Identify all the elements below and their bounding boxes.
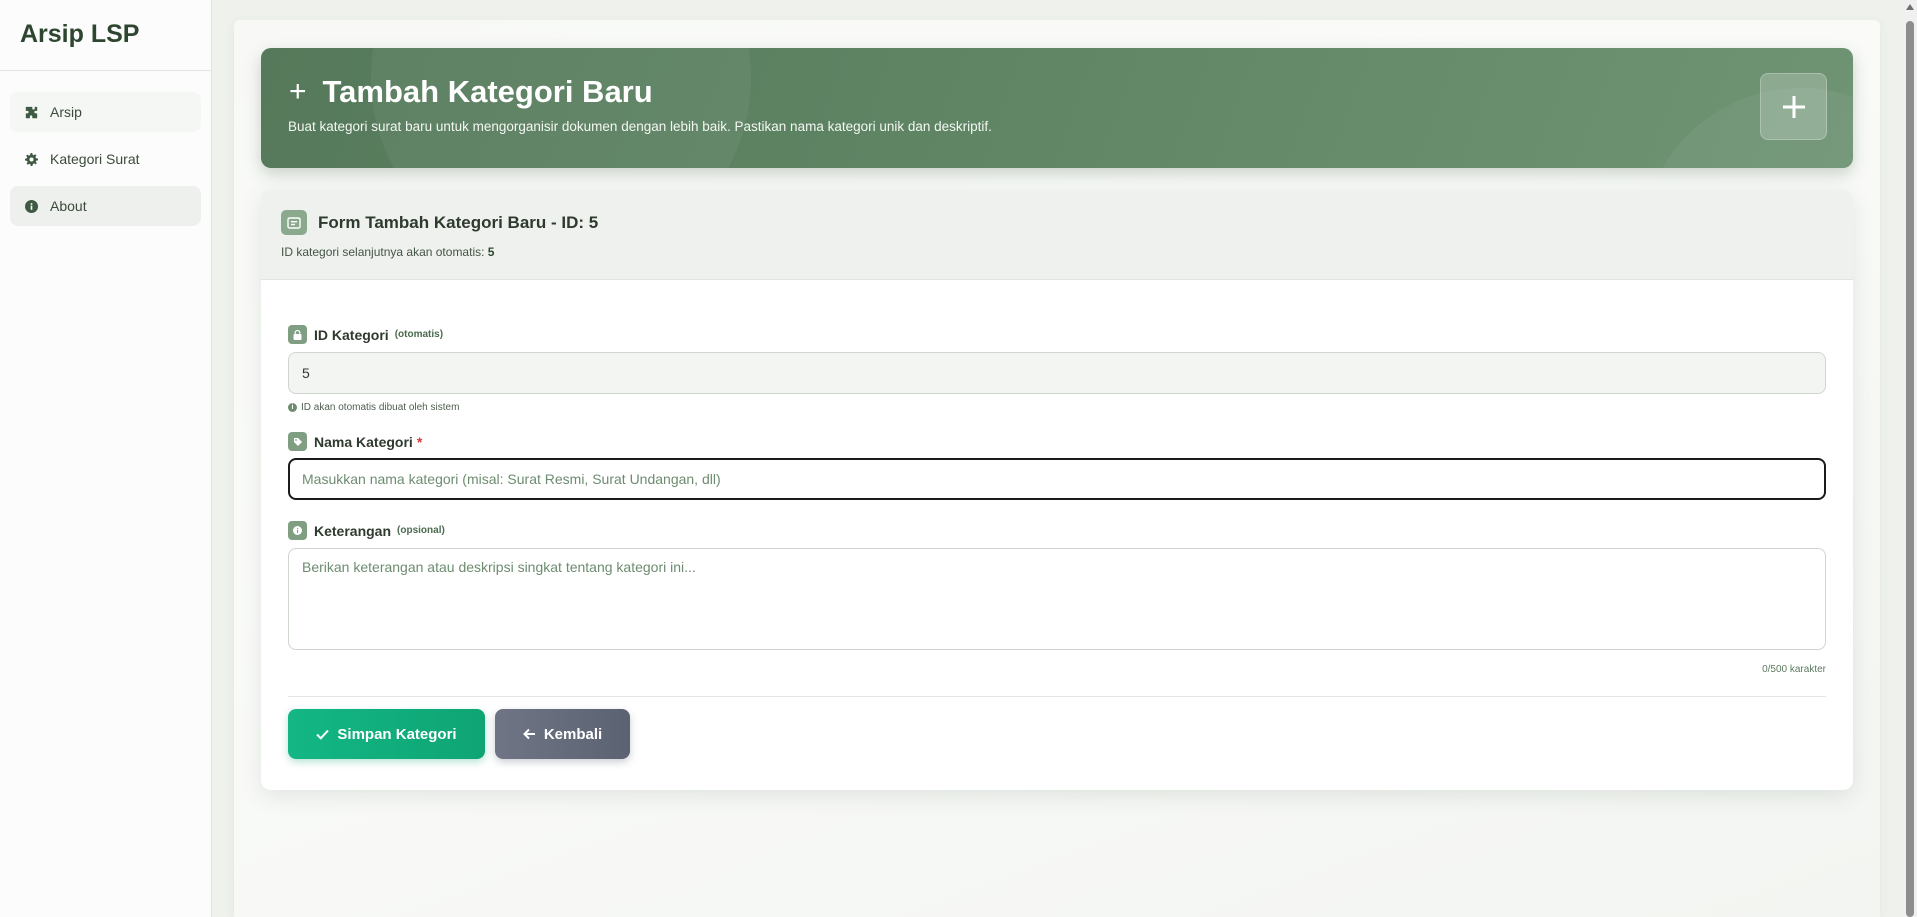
sidebar-item-kategori-surat[interactable]: Kategori Surat bbox=[10, 139, 201, 179]
sidebar-item-label: Arsip bbox=[50, 104, 82, 120]
form-subtitle-text: ID kategori selanjutnya akan otomatis: bbox=[281, 245, 485, 259]
character-counter: 0/500 karakter bbox=[1762, 664, 1826, 675]
description-textarea[interactable]: Berikan keterangan atau deskripsi singka… bbox=[288, 548, 1826, 650]
id-field-note: (otomatis) bbox=[394, 329, 444, 340]
form-title-text: Form Tambah Kategori Baru - ID: 5 bbox=[318, 212, 599, 232]
lock-icon bbox=[288, 325, 307, 344]
scrollbar[interactable] bbox=[1903, 0, 1917, 917]
plus-icon: + bbox=[289, 75, 307, 108]
brand-logo[interactable]: Arsip LSP bbox=[0, 0, 211, 71]
page-subtitle: Buat kategori surat baru untuk mengorgan… bbox=[288, 119, 992, 134]
form-actions: Simpan Kategori Kembali bbox=[288, 709, 1826, 759]
next-id-value: 5 bbox=[487, 245, 495, 259]
scrollbar-thumb[interactable] bbox=[1906, 21, 1914, 917]
required-mark: * bbox=[416, 433, 423, 450]
sidebar-item-label: About bbox=[50, 198, 87, 214]
tag-icon bbox=[288, 432, 307, 451]
plus-icon bbox=[1782, 95, 1805, 118]
sidebar: Arsip LSP Arsip Kategori Surat About bbox=[0, 0, 212, 917]
page-title-text: Tambah Kategori Baru bbox=[322, 74, 653, 109]
name-field-label: Nama Kategori * bbox=[288, 432, 1826, 451]
back-button[interactable]: Kembali bbox=[495, 709, 630, 759]
back-button-label: Kembali bbox=[543, 725, 603, 743]
form-subtitle: ID kategori selanjutnya akan otomatis: 5 bbox=[281, 245, 1833, 259]
check-icon bbox=[316, 729, 330, 740]
description-field-note: (opsional) bbox=[397, 525, 445, 536]
id-field: 5 bbox=[288, 352, 1826, 394]
id-field-label: ID Kategori (otomatis) bbox=[288, 325, 1826, 344]
description-field-label: Keterangan (opsional) bbox=[288, 521, 1826, 540]
name-field-label-text: Nama Kategori bbox=[314, 433, 413, 450]
main-content: + Tambah Kategori Baru Buat kategori sur… bbox=[234, 20, 1880, 917]
page-title: + Tambah Kategori Baru bbox=[289, 74, 653, 110]
form-divider bbox=[288, 696, 1826, 697]
id-field-help: i ID akan otomatis dibuat oleh sistem bbox=[288, 402, 1826, 413]
page-header: + Tambah Kategori Baru Buat kategori sur… bbox=[261, 48, 1853, 168]
form-card-header: Form Tambah Kategori Baru - ID: 5 ID kat… bbox=[261, 190, 1853, 280]
form-title: Form Tambah Kategori Baru - ID: 5 bbox=[281, 210, 1833, 235]
description-field-label-text: Keterangan bbox=[314, 522, 392, 539]
sidebar-item-arsip[interactable]: Arsip bbox=[10, 92, 201, 132]
form-card: Form Tambah Kategori Baru - ID: 5 ID kat… bbox=[261, 190, 1853, 790]
category-form: ID Kategori (otomatis) 5 i ID akan otoma… bbox=[261, 325, 1853, 759]
info-icon: i bbox=[288, 403, 297, 412]
info-icon bbox=[24, 199, 38, 213]
sidebar-item-label: Kategori Surat bbox=[50, 151, 140, 167]
sidebar-item-about[interactable]: About bbox=[10, 186, 201, 226]
category-name-placeholder: Masukkan nama kategori (misal: Surat Res… bbox=[302, 471, 721, 487]
id-field-label-text: ID Kategori bbox=[314, 326, 389, 343]
description-placeholder: Berikan keterangan atau deskripsi singka… bbox=[302, 559, 696, 575]
scroll-up-arrow-icon[interactable] bbox=[1906, 4, 1914, 10]
info-icon bbox=[288, 521, 307, 540]
form-icon bbox=[281, 210, 307, 235]
sidebar-nav: Arsip Kategori Surat About bbox=[0, 71, 211, 226]
id-field-help-text: ID akan otomatis dibuat oleh sistem bbox=[301, 402, 460, 413]
save-category-button[interactable]: Simpan Kategori bbox=[288, 709, 485, 759]
puzzle-icon bbox=[24, 105, 38, 119]
save-button-label: Simpan Kategori bbox=[337, 725, 457, 743]
add-category-button[interactable] bbox=[1760, 73, 1827, 140]
category-name-input[interactable]: Masukkan nama kategori (misal: Surat Res… bbox=[288, 458, 1826, 500]
gear-icon bbox=[24, 152, 38, 166]
arrow-left-icon bbox=[522, 728, 535, 740]
